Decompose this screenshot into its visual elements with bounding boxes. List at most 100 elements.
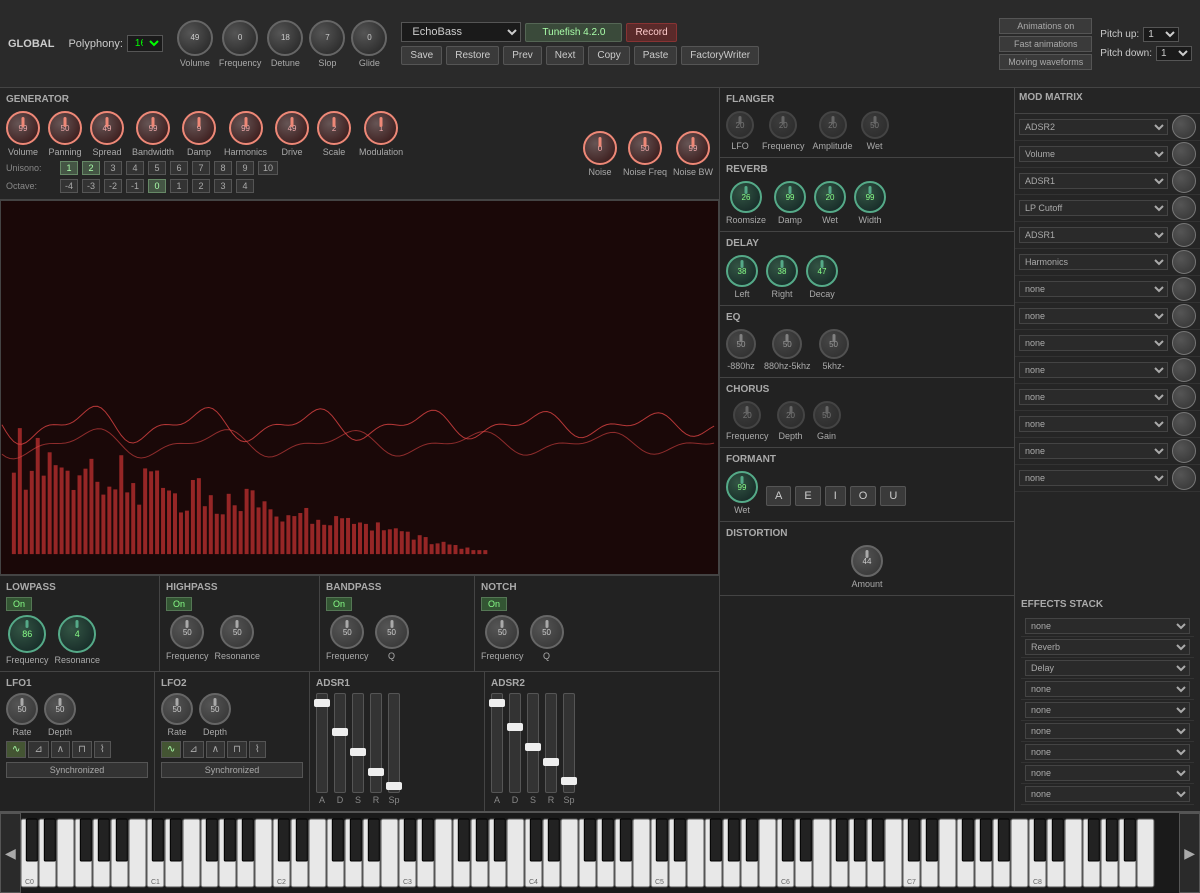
notch-on-button[interactable]: On: [481, 597, 507, 611]
unisono-7[interactable]: 7: [192, 161, 210, 175]
effect-select-6[interactable]: none: [1025, 744, 1190, 760]
reverb-roomsize-knob[interactable]: 26: [730, 181, 762, 213]
detune-knob[interactable]: 18: [267, 20, 303, 56]
lowpass-res-knob[interactable]: 4: [58, 615, 96, 653]
effect-select-4[interactable]: none: [1025, 702, 1190, 718]
adsr1-r-track[interactable]: [370, 693, 382, 793]
tunefish-button[interactable]: Tunefish 4.2.0: [525, 23, 622, 42]
unisono-10[interactable]: 10: [258, 161, 278, 175]
reverb-damp-knob[interactable]: 99: [774, 181, 806, 213]
octave-3[interactable]: 3: [214, 179, 232, 193]
pitch-down-select[interactable]: 1: [1156, 46, 1192, 61]
flanger-wet-knob[interactable]: 50: [861, 111, 889, 139]
adsr2-r-track[interactable]: [545, 693, 557, 793]
eq-high-knob[interactable]: 50: [819, 329, 849, 359]
unisono-2[interactable]: 2: [82, 161, 100, 175]
lfo2-tri-button[interactable]: ∧: [206, 741, 225, 758]
notch-freq-knob[interactable]: 50: [485, 615, 519, 649]
adsr1-sp-track[interactable]: [388, 693, 400, 793]
distortion-amount-knob[interactable]: 44: [851, 545, 883, 577]
fast-animations-button[interactable]: Fast animations: [999, 36, 1092, 52]
octave-n1[interactable]: -1: [126, 179, 144, 193]
gen-panning-knob[interactable]: 50: [48, 111, 82, 145]
adsr2-sp-thumb[interactable]: [561, 777, 577, 785]
gen-bandwidth-knob[interactable]: 99: [136, 111, 170, 145]
chorus-freq-knob[interactable]: 20: [733, 401, 761, 429]
adsr2-a-thumb[interactable]: [489, 699, 505, 707]
effect-select-5[interactable]: none: [1025, 723, 1190, 739]
mod-knob-3[interactable]: [1172, 196, 1196, 220]
prev-button[interactable]: Prev: [503, 46, 542, 65]
unisono-3[interactable]: 3: [104, 161, 122, 175]
octave-n3[interactable]: -3: [82, 179, 100, 193]
eq-mid-knob[interactable]: 50: [772, 329, 802, 359]
adsr1-s-track[interactable]: [352, 693, 364, 793]
mod-knob-8[interactable]: [1172, 331, 1196, 355]
effect-select-3[interactable]: none: [1025, 681, 1190, 697]
chorus-depth-knob[interactable]: 20: [777, 401, 805, 429]
lfo1-depth-knob[interactable]: 50: [44, 693, 76, 725]
unisono-6[interactable]: 6: [170, 161, 188, 175]
mod-source-2[interactable]: ADSR1: [1019, 173, 1168, 189]
paste-button[interactable]: Paste: [634, 46, 678, 65]
mod-knob-0[interactable]: [1172, 115, 1196, 139]
adsr2-s-thumb[interactable]: [525, 743, 541, 751]
lfo2-random-button[interactable]: ⌇: [249, 741, 266, 758]
adsr1-r-thumb[interactable]: [368, 768, 384, 776]
gen-spread-knob[interactable]: 49: [90, 111, 124, 145]
adsr1-sp-thumb[interactable]: [386, 782, 402, 790]
mod-source-6[interactable]: none: [1019, 281, 1168, 297]
highpass-on-button[interactable]: On: [166, 597, 192, 611]
mod-source-0[interactable]: ADSR2: [1019, 119, 1168, 135]
adsr2-sp-track[interactable]: [563, 693, 575, 793]
delay-left-knob[interactable]: 38: [726, 255, 758, 287]
adsr1-a-thumb[interactable]: [314, 699, 330, 707]
mod-source-7[interactable]: none: [1019, 308, 1168, 324]
copy-button[interactable]: Copy: [588, 46, 629, 65]
lfo1-random-button[interactable]: ⌇: [94, 741, 111, 758]
unisono-9[interactable]: 9: [236, 161, 254, 175]
flanger-lfo-knob[interactable]: 20: [726, 111, 754, 139]
octave-1[interactable]: 1: [170, 179, 188, 193]
effect-select-1[interactable]: Reverb: [1025, 639, 1190, 655]
mod-source-5[interactable]: Harmonics: [1019, 254, 1168, 270]
bandpass-freq-knob[interactable]: 50: [330, 615, 364, 649]
gen-scale-knob[interactable]: 2: [317, 111, 351, 145]
mod-source-3[interactable]: LP Cutoff: [1019, 200, 1168, 216]
effect-select-7[interactable]: none: [1025, 765, 1190, 781]
octave-0[interactable]: 0: [148, 179, 166, 193]
mod-source-11[interactable]: none: [1019, 416, 1168, 432]
chorus-gain-knob[interactable]: 50: [813, 401, 841, 429]
mod-knob-11[interactable]: [1172, 412, 1196, 436]
lfo2-sync-button[interactable]: Synchronized: [161, 762, 303, 778]
glide-knob[interactable]: 0: [351, 20, 387, 56]
adsr2-r-thumb[interactable]: [543, 758, 559, 766]
frequency-knob[interactable]: 0: [222, 20, 258, 56]
volume-knob[interactable]: 49: [177, 20, 213, 56]
record-button[interactable]: Record: [626, 23, 676, 42]
mod-knob-9[interactable]: [1172, 358, 1196, 382]
adsr2-a-track[interactable]: [491, 693, 503, 793]
lfo1-sine-button[interactable]: ∿: [6, 741, 26, 758]
delay-decay-knob[interactable]: 47: [806, 255, 838, 287]
lfo2-rate-knob[interactable]: 50: [161, 693, 193, 725]
lowpass-on-button[interactable]: On: [6, 597, 32, 611]
gen-drive-knob[interactable]: 49: [275, 111, 309, 145]
formant-wet-knob[interactable]: 99: [726, 471, 758, 503]
preset-select[interactable]: EchoBass: [401, 22, 521, 42]
bandpass-q-knob[interactable]: 50: [375, 615, 409, 649]
formant-a-button[interactable]: A: [766, 486, 791, 506]
save-button[interactable]: Save: [401, 46, 442, 65]
effect-select-0[interactable]: none: [1025, 618, 1190, 634]
bandpass-on-button[interactable]: On: [326, 597, 352, 611]
mod-source-4[interactable]: ADSR1: [1019, 227, 1168, 243]
lfo2-depth-knob[interactable]: 50: [199, 693, 231, 725]
mod-knob-4[interactable]: [1172, 223, 1196, 247]
mod-source-13[interactable]: none: [1019, 470, 1168, 486]
next-button[interactable]: Next: [546, 46, 585, 65]
reverb-wet-knob[interactable]: 20: [814, 181, 846, 213]
keyboard-scroll-left[interactable]: ◀: [0, 813, 21, 893]
highpass-res-knob[interactable]: 50: [220, 615, 254, 649]
lfo2-sine-button[interactable]: ∿: [161, 741, 181, 758]
lfo1-rate-knob[interactable]: 50: [6, 693, 38, 725]
